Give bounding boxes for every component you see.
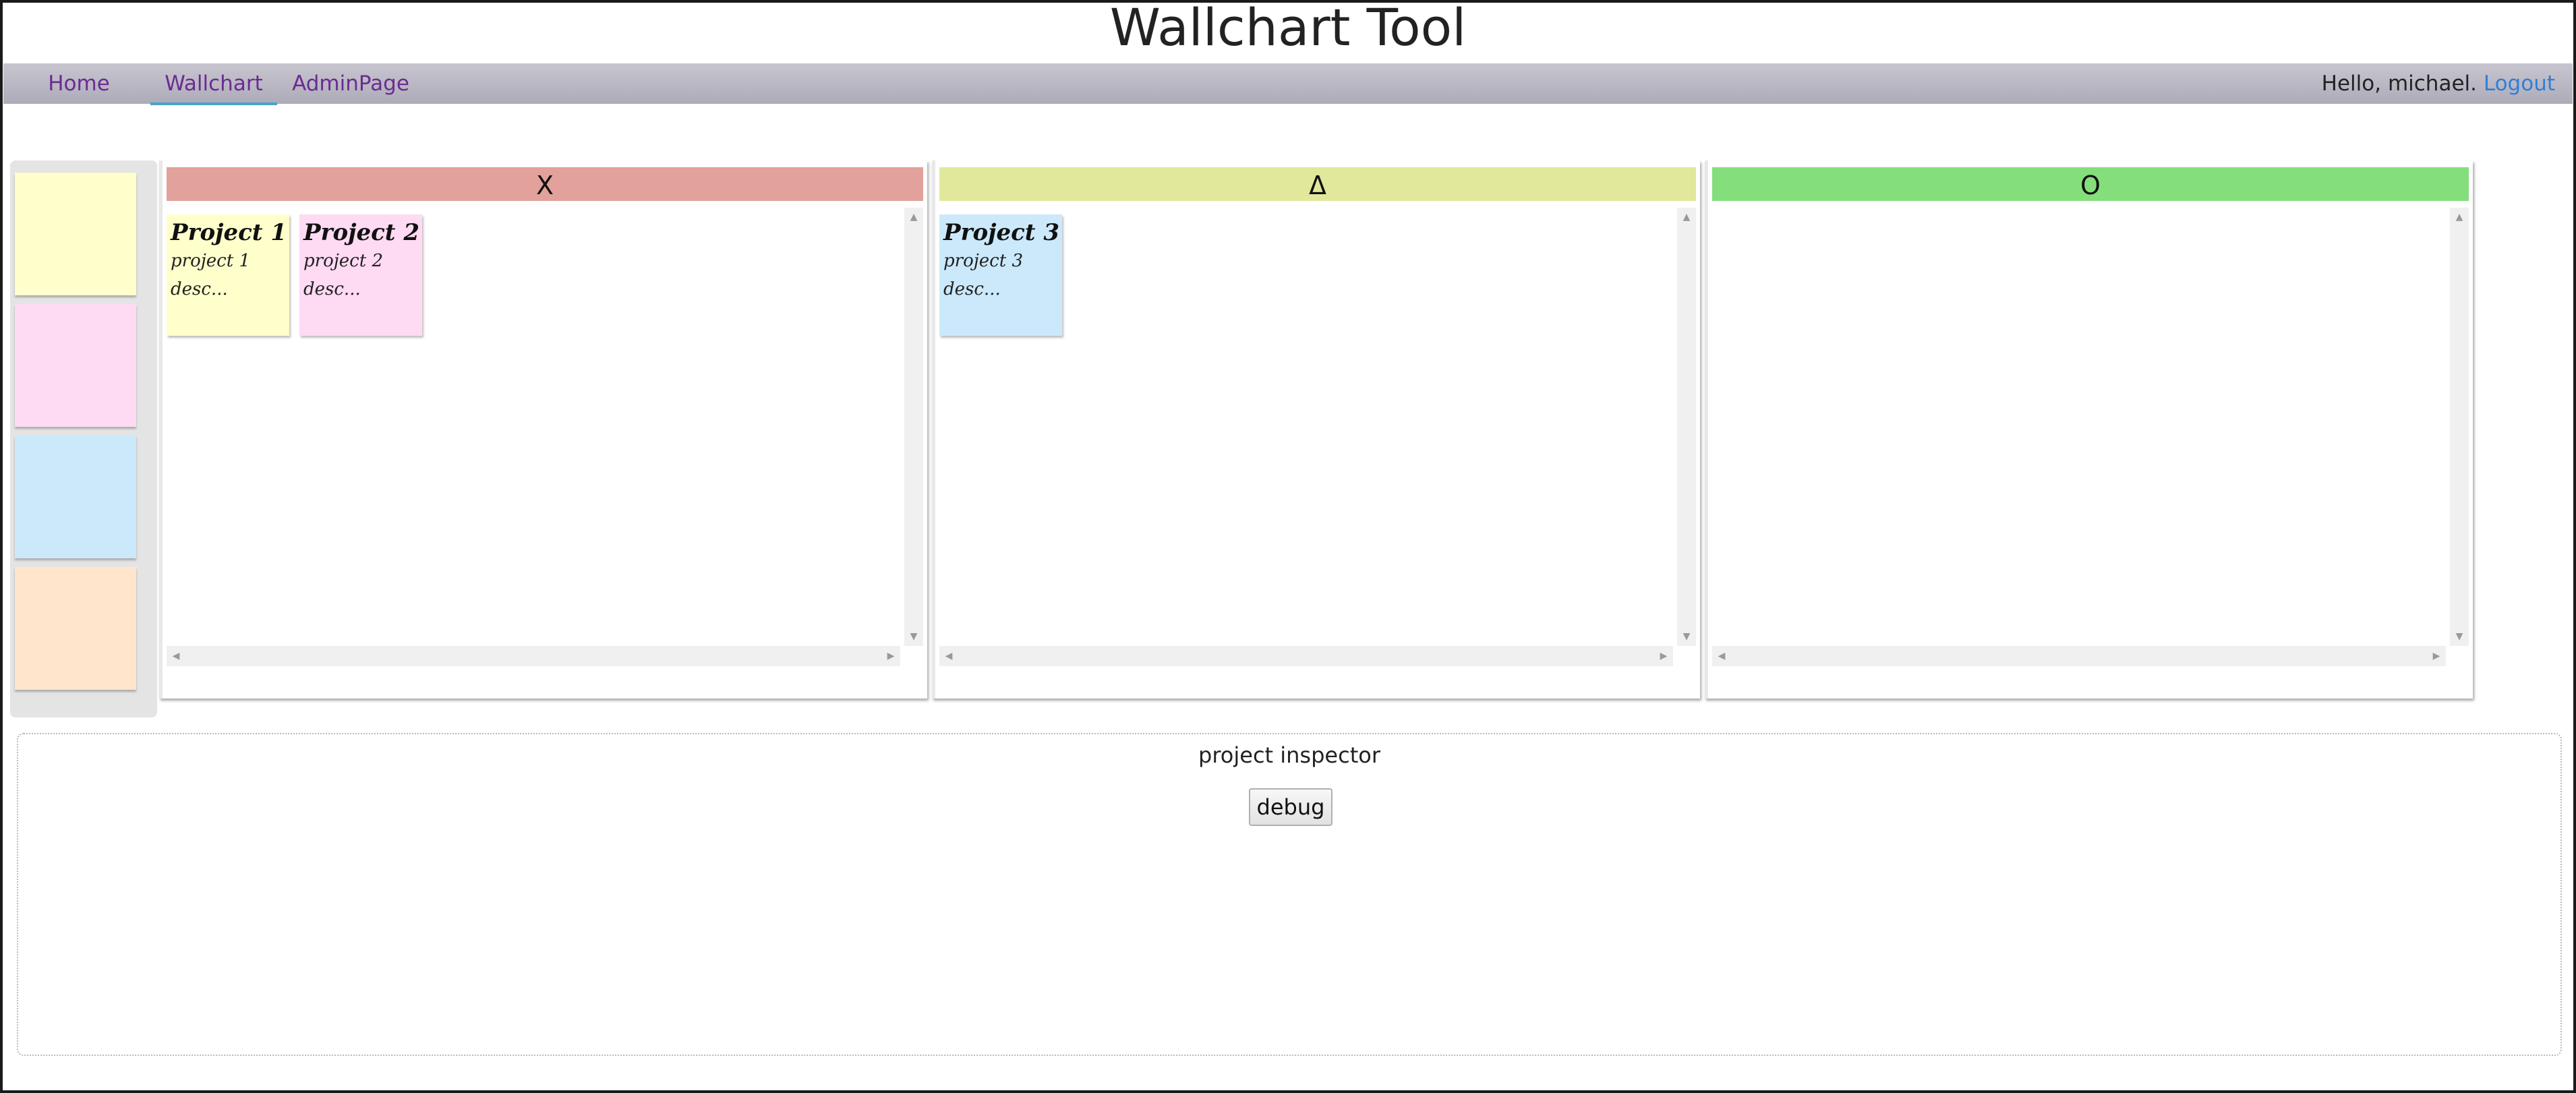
project-note-title: Project 3 (943, 219, 1059, 246)
project-note[interactable]: Project 2 project 2 desc... (299, 214, 422, 336)
horizontal-scrollbar[interactable]: ◀ ▶ (167, 646, 900, 666)
project-note[interactable]: Project 1 project 1 desc... (167, 214, 289, 336)
column-x-header: X (167, 167, 923, 201)
scroll-down-arrow-icon[interactable]: ▼ (904, 627, 923, 646)
nav-wallchart-link[interactable]: Wallchart (150, 63, 277, 105)
scroll-right-arrow-icon[interactable]: ▶ (1654, 646, 1673, 666)
scroll-up-arrow-icon[interactable]: ▲ (904, 208, 923, 227)
scroll-down-arrow-icon[interactable]: ▼ (1677, 627, 1696, 646)
note-color-palette (10, 160, 157, 717)
vertical-scrollbar[interactable]: ▲ ▼ (2450, 208, 2469, 646)
user-greeting: Hello, michael. Logout (2322, 63, 2555, 104)
project-note-title: Project 2 (303, 219, 419, 246)
greeting-text: Hello, michael. (2321, 71, 2477, 96)
project-note-title: Project 1 (171, 219, 287, 246)
scroll-right-arrow-icon[interactable]: ▶ (2427, 646, 2446, 666)
column-delta-header: Δ (939, 167, 1696, 201)
scroll-left-arrow-icon[interactable]: ◀ (167, 646, 185, 666)
nav-home-link[interactable]: Home (45, 63, 113, 104)
column-x: X Project 1 project 1 desc... Project 2 … (159, 160, 927, 699)
horizontal-scrollbar[interactable]: ◀ ▶ (939, 646, 1673, 666)
pink-note-swatch[interactable] (15, 304, 136, 427)
nav-adminpage-link[interactable]: AdminPage (287, 63, 415, 104)
project-note[interactable]: Project 3 project 3 desc... (939, 214, 1062, 336)
project-note-desc: project 1 desc... (171, 251, 250, 299)
column-o-header: O (1712, 167, 2469, 201)
column-delta: Δ Project 3 project 3 desc... ▲ ▼ ◀ ▶ (932, 160, 1700, 699)
logout-link[interactable]: Logout (2484, 71, 2555, 96)
scroll-down-arrow-icon[interactable]: ▼ (2450, 627, 2469, 646)
column-x-body: Project 1 project 1 desc... Project 2 pr… (167, 208, 923, 666)
yellow-note-swatch[interactable] (15, 173, 136, 295)
project-note-desc: project 3 desc... (943, 251, 1023, 299)
app-title: Wallchart Tool (1109, 0, 1467, 57)
scroll-left-arrow-icon[interactable]: ◀ (939, 646, 958, 666)
project-inspector-title: project inspector (1198, 742, 1380, 768)
column-o: O ▲ ▼ ◀ ▶ (1705, 160, 2473, 699)
scroll-right-arrow-icon[interactable]: ▶ (881, 646, 900, 666)
blue-note-swatch[interactable] (15, 436, 136, 558)
column-delta-body: Project 3 project 3 desc... ▲ ▼ ◀ ▶ (939, 208, 1696, 666)
vertical-scrollbar[interactable]: ▲ ▼ (1677, 208, 1696, 646)
navbar: Home Wallchart AdminPage Hello, michael.… (3, 63, 2573, 105)
scroll-left-arrow-icon[interactable]: ◀ (1712, 646, 1731, 666)
scroll-up-arrow-icon[interactable]: ▲ (2450, 208, 2469, 227)
orange-note-swatch[interactable] (15, 567, 136, 690)
column-o-body: ▲ ▼ ◀ ▶ (1712, 208, 2469, 666)
debug-button[interactable]: debug (1249, 788, 1333, 826)
horizontal-scrollbar[interactable]: ◀ ▶ (1712, 646, 2446, 666)
scroll-up-arrow-icon[interactable]: ▲ (1677, 208, 1696, 227)
project-note-desc: project 2 desc... (303, 251, 383, 299)
project-inspector-panel: project inspector debug (17, 733, 2562, 1056)
vertical-scrollbar[interactable]: ▲ ▼ (904, 208, 923, 646)
